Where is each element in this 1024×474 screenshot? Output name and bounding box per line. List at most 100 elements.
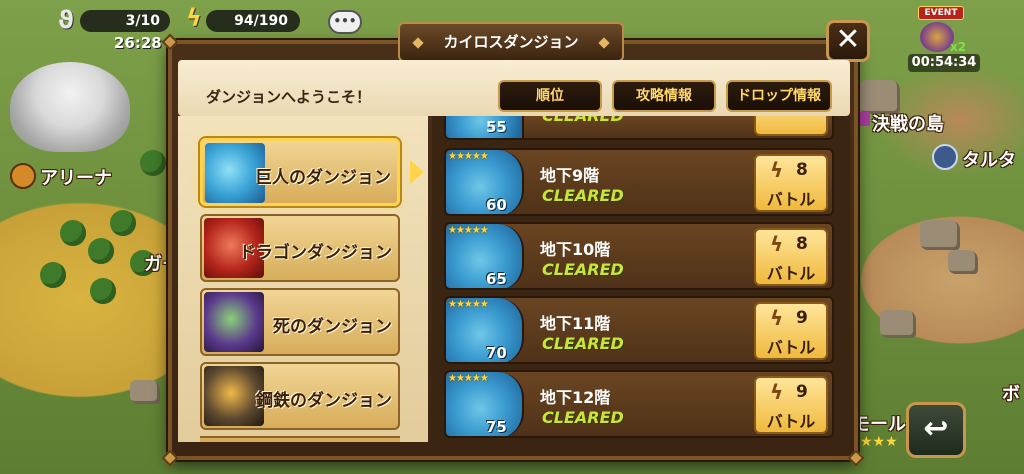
event-multiplier: x2: [950, 40, 967, 54]
map-label-battle-island[interactable]: 決戦の島: [872, 110, 944, 136]
floor-portrait: ★★★★★ 75: [446, 372, 524, 436]
event-timer: 00:54:34: [908, 54, 980, 72]
floor-row-partial[interactable]: 55 CLEARED: [444, 116, 834, 140]
tree: [110, 210, 136, 236]
battle-button[interactable]: ϟ 8 バトル: [754, 228, 828, 286]
energy-icon: ϟ: [770, 158, 784, 182]
star-rating: ★★★★★: [448, 373, 489, 384]
tree: [60, 220, 86, 246]
tree: [88, 238, 114, 264]
rock: [880, 310, 916, 338]
close-icon: ✕: [835, 22, 861, 57]
dungeon-button-partial[interactable]: [200, 436, 400, 442]
battle-label: バトル: [766, 190, 816, 209]
rock: [860, 80, 900, 114]
map-label-partial-right[interactable]: ボ: [1002, 380, 1020, 406]
floor-portrait: ★★★★★ 65: [446, 224, 524, 288]
dungeon-label: 鋼鉄のダンジョン: [256, 391, 392, 411]
tree: [140, 150, 166, 176]
floor-name: 地下12階: [540, 388, 611, 407]
dungeon-steel-button[interactable]: 鋼鉄のダンジョン: [200, 362, 400, 430]
floor-status: CLEARED: [542, 186, 624, 205]
floor-level: 65: [486, 270, 507, 288]
active-selection-arrow-icon: [410, 160, 424, 184]
dungeon-label: ドラゴンダンジョン: [239, 243, 392, 263]
floor-level: 75: [486, 418, 507, 436]
battle-button[interactable]: ϟ 8 バトル: [754, 154, 828, 212]
crossed-swords-icon: [10, 163, 36, 189]
dungeon-necropolis-button[interactable]: 死のダンジョン: [200, 288, 400, 356]
dungeon-label: 死のダンジョン: [273, 317, 392, 337]
welcome-text: ダンジョンへようこそ！: [206, 88, 372, 106]
dungeon-dragon-button[interactable]: ドラゴンダンジョン: [200, 214, 400, 282]
floor-status: CLEARED: [542, 116, 624, 125]
drop-info-button[interactable]: ドロップ情報: [726, 80, 832, 112]
energy-icon: ϟ: [770, 380, 784, 404]
ranking-button[interactable]: 順位: [498, 80, 602, 112]
dungeon-label: 巨人のダンジョン: [255, 168, 391, 188]
flag-icon: [856, 112, 870, 126]
tree: [90, 278, 116, 304]
gear-icon: [932, 144, 958, 170]
floor-status: CLEARED: [542, 260, 624, 279]
battle-label: バトル: [766, 412, 816, 431]
star-rating: ★★★★★: [448, 151, 489, 162]
floor-row[interactable]: ★★★★★ 60 地下9階 CLEARED ϟ 8 バトル: [444, 148, 834, 216]
energy-icon: ϟ: [770, 306, 784, 330]
back-button[interactable]: ↩: [906, 402, 966, 458]
tree: [40, 262, 66, 288]
floor-status: CLEARED: [542, 334, 624, 353]
strategy-info-button[interactable]: 攻略情報: [612, 80, 716, 112]
floor-name: 地下10階: [540, 240, 611, 259]
dialog-title-plate: カイロスダンジョン: [398, 22, 624, 62]
energy-cost: 9: [796, 382, 808, 402]
energy-icon: ϟ: [770, 232, 784, 256]
rock: [920, 220, 960, 250]
wing-icon: ϑ: [58, 6, 74, 34]
energy-cost: 8: [796, 160, 808, 180]
floor-level: 60: [486, 196, 507, 214]
floor-row[interactable]: ★★★★★ 70 地下11階 CLEARED ϟ 9 バトル: [444, 296, 834, 364]
floor-name: 地下9階: [540, 166, 600, 185]
floor-status: CLEARED: [542, 408, 624, 427]
steel-portrait: [204, 366, 264, 426]
close-button[interactable]: ✕: [826, 20, 870, 62]
floor-level: 55: [486, 118, 507, 136]
return-arrow-icon: ↩: [923, 411, 949, 446]
floor-level: 70: [486, 344, 507, 362]
floor-portrait: [446, 116, 524, 138]
battle-button[interactable]: ϟ 9 バトル: [754, 302, 828, 360]
energy-icon: ϟ: [186, 4, 202, 32]
battle-label: バトル: [766, 338, 816, 357]
energy-counter: 94/190: [206, 10, 300, 32]
star-rating: ★★★★★: [448, 299, 489, 310]
rock: [948, 250, 978, 274]
star-rating: ★★★★★: [448, 225, 489, 236]
map-label-mall[interactable]: モール: [852, 410, 906, 436]
battle-button-partial[interactable]: [754, 116, 828, 136]
arena-building[interactable]: [10, 62, 130, 152]
wing-counter: 3/10: [80, 10, 170, 32]
battle-button[interactable]: ϟ 9 バトル: [754, 376, 828, 434]
chat-button[interactable]: •••: [328, 10, 362, 34]
dungeon-giant-button[interactable]: 巨人のダンジョン: [200, 138, 400, 206]
title-diamond-icon: [412, 37, 424, 49]
mall-stars: ★★★: [860, 434, 898, 450]
floor-row[interactable]: ★★★★★ 75 地下12階 CLEARED ϟ 9 バトル: [444, 370, 834, 438]
battle-label: バトル: [766, 264, 816, 283]
rock: [130, 380, 160, 404]
title-diamond-icon: [598, 37, 610, 49]
event-icon[interactable]: [920, 22, 954, 52]
floor-portrait: ★★★★★ 60: [446, 150, 524, 214]
map-label-tartarus[interactable]: タルタ: [962, 146, 1016, 172]
hud-timer: 26:28: [114, 34, 162, 52]
floor-row[interactable]: ★★★★★ 65 地下10階 CLEARED ϟ 8 バトル: [444, 222, 834, 290]
death-portrait: [204, 292, 264, 352]
map-label-arena[interactable]: アリーナ: [40, 164, 112, 190]
event-badge[interactable]: EVENT: [918, 6, 964, 20]
dialog-title: カイロスダンジョン: [443, 33, 579, 51]
floor-name: 地下11階: [540, 314, 611, 333]
energy-cost: 9: [796, 308, 808, 328]
floor-portrait: ★★★★★ 70: [446, 298, 524, 362]
energy-cost: 8: [796, 234, 808, 254]
